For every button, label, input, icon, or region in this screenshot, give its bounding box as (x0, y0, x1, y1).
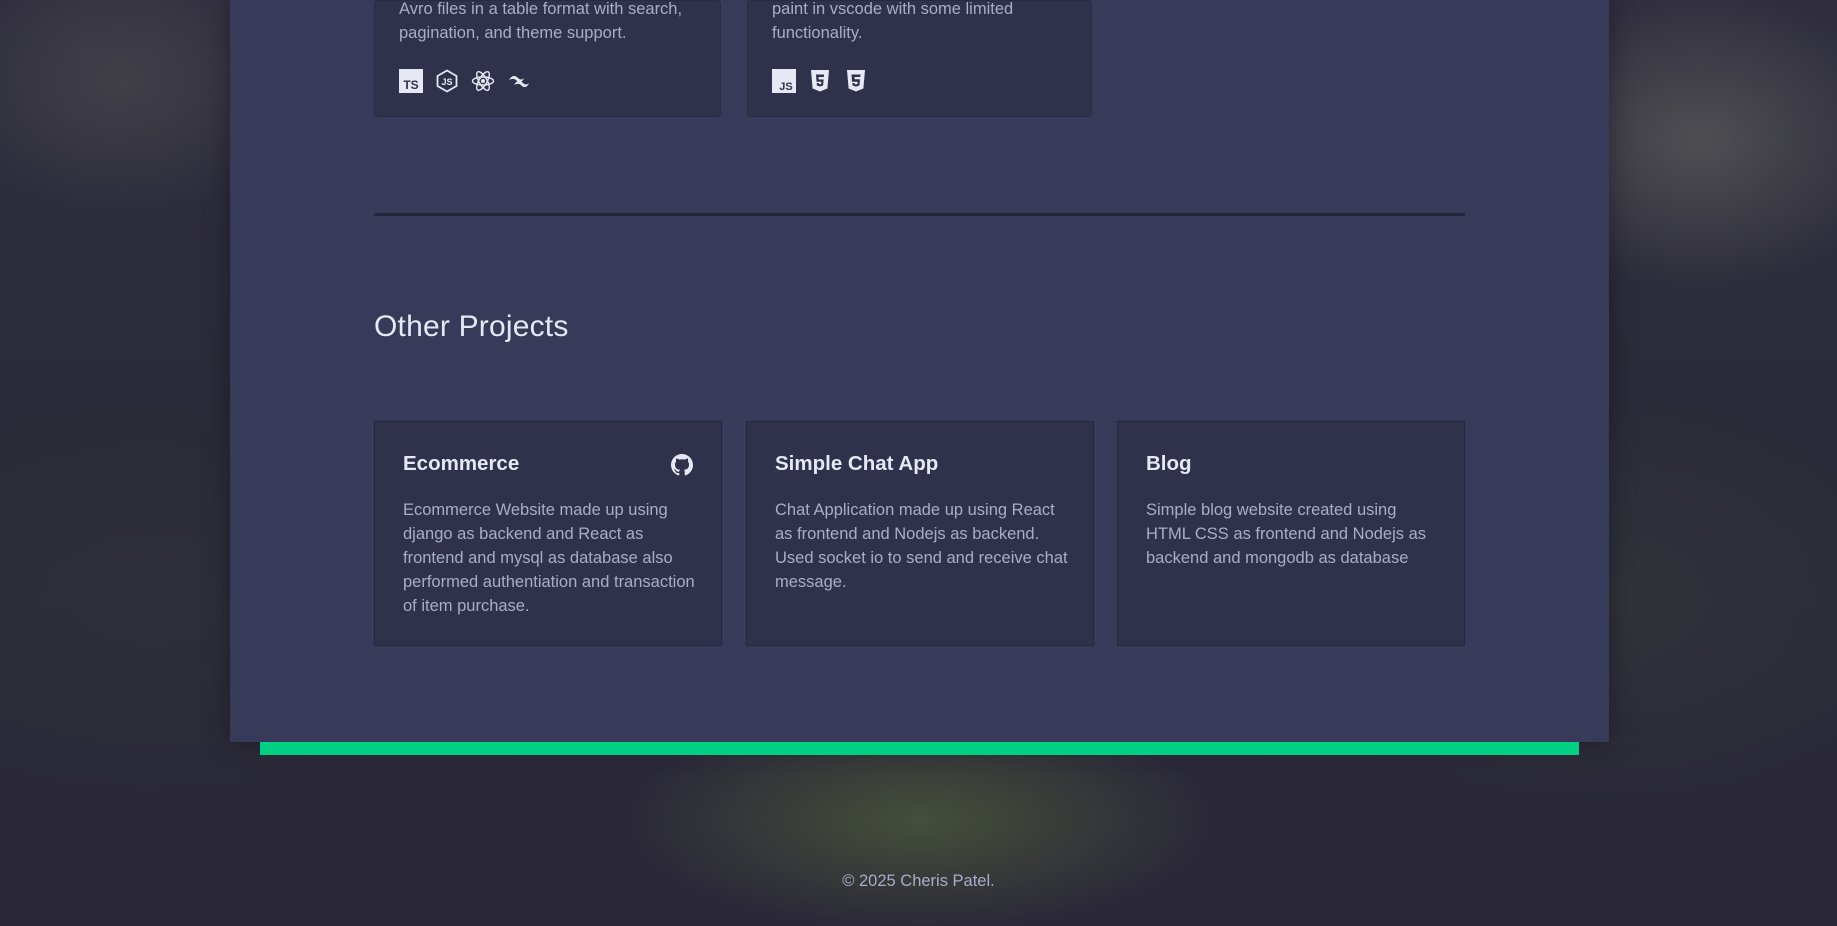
project-description: Simple blog website created using HTML C… (1146, 501, 1427, 567)
svg-text:JS: JS (441, 77, 452, 87)
section-title: Other Projects (374, 310, 569, 343)
project-title: Blog (1146, 452, 1192, 475)
svg-text:JS: JS (779, 81, 792, 93)
section-divider (374, 213, 1465, 216)
typescript-icon: TS (399, 69, 423, 93)
project-description: Chat Application made up using React as … (775, 501, 1068, 591)
footer-copyright: © 2025 Cheris Patel. (842, 872, 995, 890)
accent-bar (260, 742, 1579, 755)
html5-icon (811, 70, 829, 92)
css3-icon (847, 70, 865, 92)
project-card-ecommerce: Ecommerce Ecommerce Website made up usin… (374, 421, 722, 646)
github-icon[interactable] (671, 454, 693, 476)
featured-project-card: Avro files in a table format with search… (374, 0, 721, 117)
javascript-icon: JS (772, 69, 796, 93)
svg-text:TS: TS (403, 78, 418, 92)
project-title: Simple Chat App (775, 452, 939, 475)
project-description: Ecommerce Website made up using django a… (403, 501, 695, 615)
featured-project-card: paint in vscode with some limited functi… (747, 0, 1092, 117)
tailwind-icon (509, 75, 529, 88)
project-card-blog: Blog Simple blog website created using H… (1117, 421, 1465, 646)
project-description: Avro files in a table format with search… (399, 0, 683, 42)
react-icon (471, 70, 495, 92)
project-card-simple-chat-app: Simple Chat App Chat Application made up… (746, 421, 1094, 646)
nodejs-icon: JS (436, 69, 458, 93)
tech-icons: TS JS (399, 69, 531, 93)
tech-icons: JS (772, 69, 868, 93)
project-description: paint in vscode with some limited functi… (772, 0, 1014, 42)
project-title: Ecommerce (403, 452, 520, 475)
